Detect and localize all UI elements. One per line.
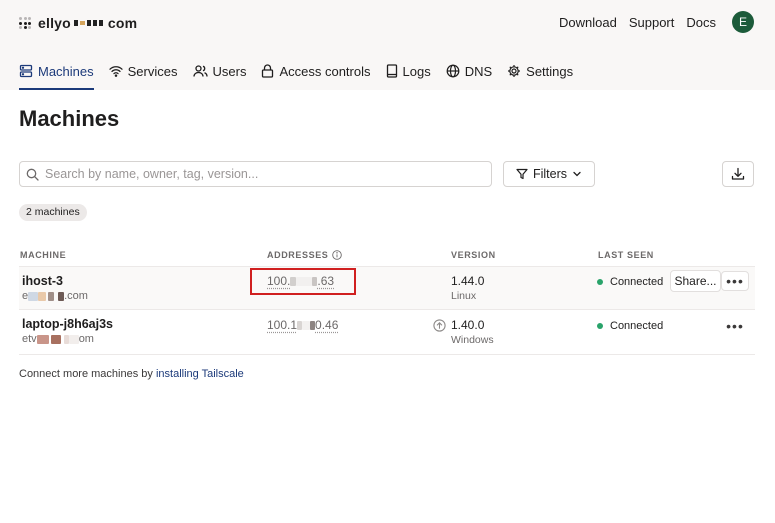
search-box[interactable] bbox=[19, 161, 492, 187]
version-number: 1.44.0 bbox=[451, 274, 485, 288]
tailnet-name-suffix: com bbox=[107, 15, 138, 31]
tab-access-controls-label: Access controls bbox=[279, 63, 371, 79]
owner-end: om bbox=[78, 333, 94, 345]
update-available-icon[interactable] bbox=[433, 319, 446, 332]
header-version[interactable]: VERSION bbox=[451, 250, 496, 260]
redaction bbox=[28, 291, 39, 301]
version-number: 1.40.0 bbox=[451, 318, 485, 332]
redacted-blocks bbox=[73, 20, 105, 26]
header-version-label: VERSION bbox=[451, 250, 496, 260]
machine-owner: etv om bbox=[22, 333, 94, 345]
tab-services[interactable]: Services bbox=[108, 61, 178, 81]
header-machine-label: MACHINE bbox=[20, 250, 67, 260]
ip-start: 100.1 bbox=[267, 318, 298, 332]
header-machine[interactable]: MACHINE bbox=[20, 250, 66, 260]
tailnet-name: ellyo com bbox=[38, 15, 137, 31]
lock-icon bbox=[262, 64, 274, 78]
filters-label: Filters bbox=[532, 167, 568, 181]
info-icon[interactable] bbox=[332, 250, 343, 260]
footer-note: Connect more machines by installing Tail… bbox=[19, 368, 244, 380]
main-nav: Machines Services Users Access controls … bbox=[19, 61, 588, 90]
redaction bbox=[63, 334, 69, 344]
install-link[interactable]: installing Tailscale bbox=[156, 368, 244, 380]
redaction bbox=[50, 334, 61, 344]
tab-users-label: Users bbox=[212, 63, 247, 79]
tab-logs[interactable]: Logs bbox=[386, 61, 431, 81]
status-label: Connected bbox=[610, 276, 664, 288]
table-row[interactable]: ihost-3 e .com 100. .63 1.44.0 Linux Conne… bbox=[19, 266, 755, 310]
tab-dns[interactable]: DNS bbox=[446, 61, 492, 81]
owner-start: etv bbox=[22, 333, 37, 345]
redaction bbox=[302, 321, 311, 331]
ip-end: 0.46 bbox=[315, 318, 339, 332]
search-icon bbox=[26, 168, 39, 181]
support-link[interactable]: Support bbox=[629, 15, 675, 30]
status: Connected bbox=[597, 276, 663, 288]
redaction bbox=[38, 291, 47, 301]
chevron-down-icon bbox=[573, 171, 581, 177]
status-dot-icon bbox=[597, 279, 603, 285]
tab-services-label: Services bbox=[127, 63, 178, 79]
machine-name[interactable]: laptop-j8h6aj3s bbox=[22, 317, 113, 331]
logo-dots-icon bbox=[19, 17, 31, 29]
os-name: Windows bbox=[451, 334, 494, 346]
page-title: Machines bbox=[19, 106, 120, 131]
status-dot-icon bbox=[597, 323, 603, 329]
table-row[interactable]: laptop-j8h6aj3s etv om 100.1 0.46 1.40.0 W… bbox=[19, 311, 755, 355]
row-menu-button[interactable]: ••• bbox=[721, 316, 749, 336]
status: Connected bbox=[597, 320, 663, 332]
filters-button[interactable]: Filters bbox=[503, 161, 595, 187]
machine-count-badge: 2 machines bbox=[19, 204, 87, 221]
top-bar: ellyo com Download Support Docs E Machin… bbox=[0, 0, 775, 90]
ip-address[interactable]: 100.1 0.46 bbox=[267, 318, 338, 332]
machine-name[interactable]: ihost-3 bbox=[22, 274, 63, 288]
header-last-seen-label: LAST SEEN bbox=[598, 250, 654, 260]
users-icon bbox=[192, 65, 208, 77]
globe-icon bbox=[446, 64, 460, 78]
download-icon bbox=[731, 167, 745, 180]
address-highlight-box bbox=[250, 268, 356, 295]
row-menu-button[interactable]: ••• bbox=[721, 271, 749, 291]
header-addresses[interactable]: ADDRESSES bbox=[267, 250, 343, 260]
filter-icon bbox=[516, 168, 528, 180]
server-icon bbox=[19, 64, 33, 78]
avatar[interactable]: E bbox=[732, 11, 754, 33]
gear-icon bbox=[508, 65, 521, 77]
download-link[interactable]: Download bbox=[559, 15, 617, 30]
top-links: Download Support Docs E bbox=[547, 11, 754, 33]
footer-prefix: Connect more machines by bbox=[19, 368, 156, 380]
redaction bbox=[36, 334, 49, 344]
tab-settings-label: Settings bbox=[526, 63, 574, 79]
tab-users[interactable]: Users bbox=[192, 61, 247, 81]
status-label: Connected bbox=[610, 320, 664, 332]
docs-link[interactable]: Docs bbox=[686, 15, 716, 30]
owner-end: .com bbox=[64, 290, 88, 302]
wifi-icon bbox=[108, 66, 123, 77]
os-name: Linux bbox=[451, 290, 477, 302]
tab-machines[interactable]: Machines bbox=[19, 61, 94, 90]
redaction bbox=[48, 291, 55, 301]
tab-access-controls[interactable]: Access controls bbox=[261, 61, 371, 81]
header-last-seen[interactable]: LAST SEEN bbox=[598, 250, 654, 260]
tailnet-name-prefix: ellyo bbox=[38, 15, 71, 31]
tab-dns-label: DNS bbox=[464, 63, 493, 79]
machine-owner: e .com bbox=[22, 290, 88, 302]
tab-machines-label: Machines bbox=[38, 63, 94, 79]
header-addresses-label: ADDRESSES bbox=[267, 250, 329, 260]
tab-settings[interactable]: Settings bbox=[507, 61, 573, 81]
share-button[interactable]: Share... bbox=[670, 270, 721, 292]
tab-logs-label: Logs bbox=[402, 63, 431, 79]
export-button[interactable] bbox=[722, 161, 754, 187]
book-icon bbox=[386, 64, 397, 78]
redaction bbox=[68, 334, 79, 344]
logo[interactable]: ellyo com bbox=[19, 14, 137, 32]
search-input[interactable] bbox=[45, 167, 465, 181]
